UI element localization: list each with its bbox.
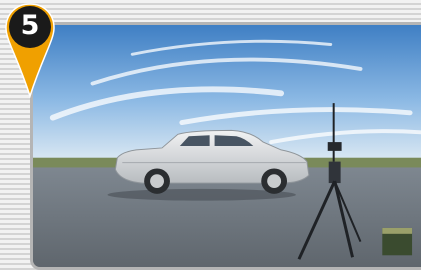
step-marker: 5 xyxy=(3,2,57,99)
equipment-box xyxy=(382,227,413,256)
photo xyxy=(33,25,421,267)
photo-frame xyxy=(30,22,421,270)
step-number: 5 xyxy=(20,10,40,41)
